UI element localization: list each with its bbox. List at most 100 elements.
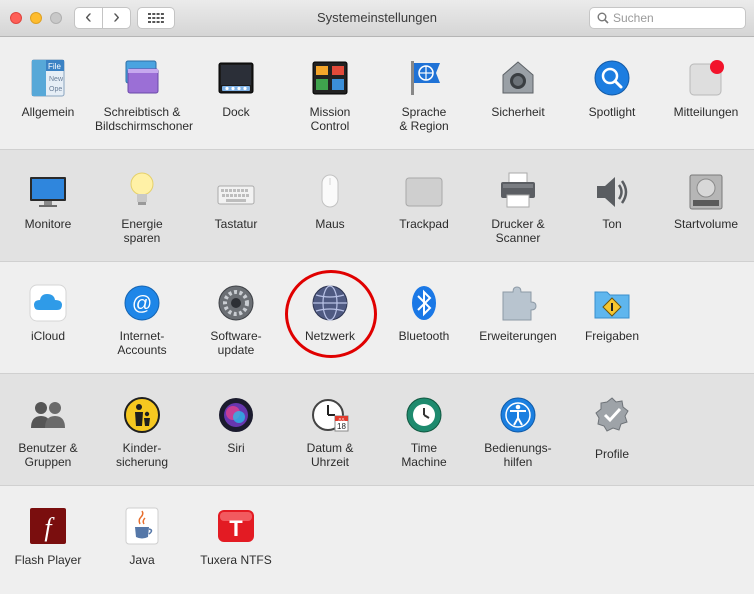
- pref-spotlight[interactable]: Spotlight: [565, 37, 659, 149]
- security-icon: [502, 61, 534, 94]
- pref-displays[interactable]: Monitore: [1, 150, 95, 261]
- pref-label: Software- update: [210, 329, 262, 357]
- pref-label: Kinder- sicherung: [115, 441, 169, 469]
- pref-language-region[interactable]: Sprache & Region: [377, 37, 471, 149]
- pref-label: Java: [129, 553, 155, 567]
- pref-software-update[interactable]: Software- update: [189, 262, 283, 373]
- pref-energy-saver[interactable]: Energie sparen: [95, 150, 189, 261]
- pref-parental-controls[interactable]: Kinder- sicherung: [95, 374, 189, 485]
- pref-time-machine[interactable]: Time Machine: [377, 374, 471, 485]
- mission-control-icon: [312, 61, 348, 95]
- siri-icon: [219, 398, 253, 432]
- pref-label: Sicherheit: [491, 105, 545, 119]
- users-groups-icon: [31, 402, 65, 428]
- pref-label: Mitteilungen: [673, 105, 739, 119]
- pref-label: Energie sparen: [121, 217, 163, 245]
- pref-label: Bedienungs- hilfen: [484, 441, 552, 469]
- pref-label: Benutzer & Gruppen: [18, 441, 78, 469]
- extensions-icon: [502, 286, 537, 321]
- svg-text:New: New: [49, 76, 64, 83]
- pref-tuxera-ntfs[interactable]: T Tuxera NTFS: [189, 486, 283, 594]
- pref-label: Spotlight: [588, 105, 636, 119]
- pref-label: iCloud: [30, 329, 66, 343]
- bluetooth-icon: [412, 286, 436, 320]
- keyboard-icon: [217, 185, 255, 205]
- pref-label: Flash Player: [14, 553, 82, 567]
- pref-label: Sprache & Region: [399, 105, 449, 133]
- pref-mission-control[interactable]: Mission Control: [283, 37, 377, 149]
- pref-icloud[interactable]: iCloud: [1, 262, 95, 373]
- pref-label: Monitore: [24, 217, 72, 231]
- preferences-row-system: Benutzer & Gruppen Kinder- sicherung Sir…: [0, 374, 754, 486]
- pref-label: Internet- Accounts: [117, 329, 167, 357]
- pref-trackpad[interactable]: Trackpad: [377, 150, 471, 261]
- icloud-icon: [29, 284, 67, 322]
- notifications-icon: [689, 60, 724, 96]
- pref-users-groups[interactable]: Benutzer & Gruppen: [1, 374, 95, 485]
- energy-saver-icon: [130, 172, 154, 205]
- pref-internet-accounts[interactable]: @ Internet- Accounts: [95, 262, 189, 373]
- pref-label: Tastatur: [214, 217, 258, 231]
- pref-sound[interactable]: Ton: [565, 150, 659, 261]
- title-bar: ‹ › Systemeinstellungen Suchen: [0, 0, 754, 37]
- trackpad-icon: [405, 177, 443, 207]
- pref-general[interactable]: File New Ope Allgemein: [1, 37, 95, 149]
- svg-text:T: T: [229, 516, 243, 541]
- pref-keyboard[interactable]: Tastatur: [189, 150, 283, 261]
- search-field[interactable]: Suchen: [589, 7, 746, 29]
- pref-startup-disk[interactable]: Startvolume: [659, 150, 753, 261]
- pref-label: Datum & Uhrzeit: [306, 441, 354, 469]
- search-placeholder: Suchen: [613, 11, 654, 25]
- pref-label: Drucker & Scanner: [491, 217, 545, 245]
- pref-notifications[interactable]: Mitteilungen: [659, 37, 753, 149]
- accessibility-icon: [500, 397, 536, 433]
- pref-extensions[interactable]: Erweiterungen: [471, 262, 565, 373]
- pref-security[interactable]: Sicherheit: [471, 37, 565, 149]
- pref-label: Tuxera NTFS: [200, 553, 272, 567]
- svg-text:File: File: [48, 62, 61, 71]
- software-update-icon: [218, 285, 254, 321]
- pref-flash-player[interactable]: f Flash Player: [1, 486, 95, 594]
- pref-date-time[interactable]: JUL 18 Datum & Uhrzeit: [283, 374, 377, 485]
- pref-java[interactable]: Java: [95, 486, 189, 594]
- tuxera-ntfs-icon: T: [218, 510, 254, 542]
- startup-disk-icon: [689, 174, 723, 210]
- pref-mouse[interactable]: Maus: [283, 150, 377, 261]
- pref-desktop[interactable]: Schreibtisch & Bildschirmschoner: [95, 37, 194, 149]
- pref-dock[interactable]: Dock: [189, 37, 283, 149]
- pref-label: Freigaben: [584, 329, 640, 343]
- pref-label: Allgemein: [21, 105, 75, 119]
- pref-label: Siri: [227, 441, 245, 455]
- pref-label: Netzwerk: [304, 329, 355, 343]
- parental-controls-icon: [124, 397, 160, 433]
- java-icon: [125, 507, 159, 545]
- internet-accounts-icon: @: [124, 285, 160, 321]
- network-icon: [312, 285, 348, 321]
- pref-accessibility[interactable]: Bedienungs- hilfen: [471, 374, 565, 485]
- svg-text:@: @: [132, 293, 152, 315]
- pref-profiles[interactable]: Profile: [565, 374, 659, 485]
- desktop-icon: [125, 60, 159, 94]
- pref-label: Time Machine: [401, 441, 447, 469]
- profiles-icon: [595, 397, 629, 432]
- pref-siri[interactable]: Siri: [189, 374, 283, 485]
- preferences-row-personal: File New Ope Allgemein Schreibtisch & Bi…: [0, 37, 754, 150]
- display-icon: [30, 177, 66, 207]
- pref-printers-scanners[interactable]: Drucker & Scanner: [471, 150, 565, 261]
- time-machine-icon: [406, 397, 442, 433]
- sharing-icon: [594, 291, 630, 319]
- svg-text:18: 18: [337, 422, 346, 431]
- pref-label: Bluetooth: [398, 329, 450, 343]
- pref-network[interactable]: Netzwerk: [283, 262, 377, 373]
- sound-icon: [597, 177, 628, 207]
- pref-sharing[interactable]: Freigaben: [565, 262, 659, 373]
- dock-icon: [218, 62, 254, 94]
- pref-label: Dock: [222, 105, 250, 119]
- pref-label: Startvolume: [673, 217, 739, 231]
- preferences-row-internet: iCloud @ Internet- Accounts Software- up…: [0, 262, 754, 374]
- language-region-icon: [411, 61, 440, 95]
- pref-label: Mission Control: [309, 105, 351, 133]
- pref-bluetooth[interactable]: Bluetooth: [377, 262, 471, 373]
- preferences-row-hardware: Monitore Energie sparen Tastatur Maus Tr…: [0, 150, 754, 262]
- pref-label: Schreibtisch & Bildschirmschoner: [95, 105, 194, 133]
